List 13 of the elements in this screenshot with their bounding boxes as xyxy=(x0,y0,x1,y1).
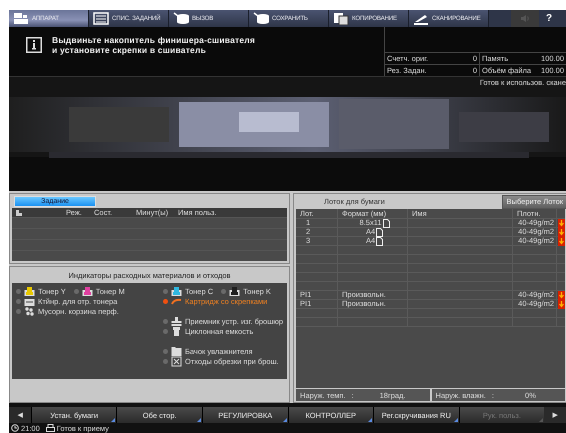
scanner-icon xyxy=(413,12,429,25)
info-icon xyxy=(26,37,42,53)
message-text: Выдвиньте накопитель финишера-сшивателя и установите скрепки в сшиватель xyxy=(52,35,256,55)
database-icon xyxy=(173,12,189,25)
list-icon xyxy=(93,12,109,25)
copy-icon xyxy=(333,12,349,25)
dots-icon xyxy=(24,306,35,316)
speaker-icon xyxy=(520,14,530,23)
tray-icon xyxy=(171,316,182,326)
folder-icon xyxy=(171,346,182,356)
database-icon xyxy=(253,12,269,25)
clock-icon xyxy=(11,424,19,432)
sound-button[interactable] xyxy=(511,10,539,27)
